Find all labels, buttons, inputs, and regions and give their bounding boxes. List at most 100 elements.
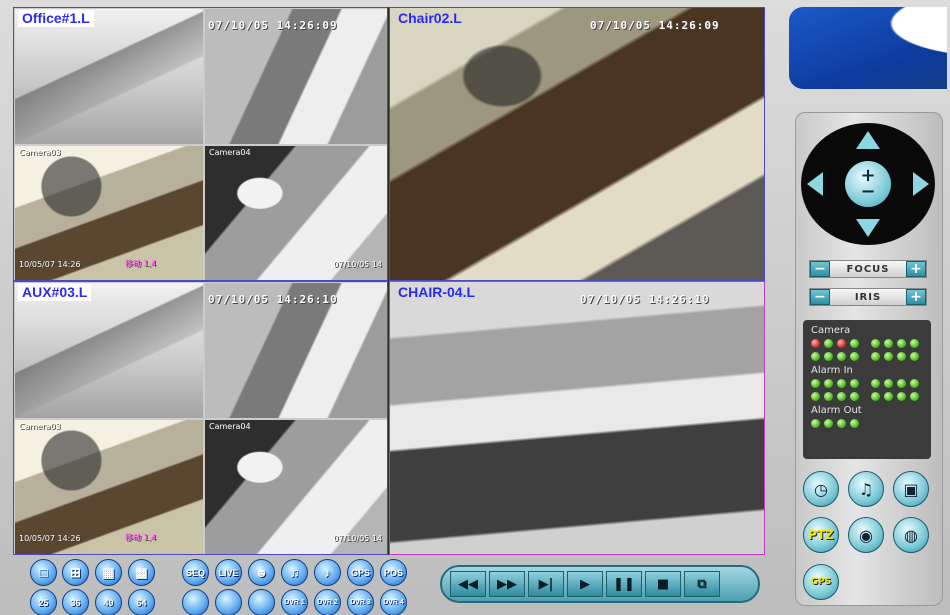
status-led [910, 352, 919, 361]
camera-title: Chair02.L [398, 10, 462, 26]
layout-16-button[interactable]: ▩ [128, 559, 155, 586]
step-forward-button[interactable]: ▶| [528, 571, 564, 597]
blank-button-1[interactable] [182, 589, 209, 615]
camera-title: CHAIR-04.L [398, 284, 476, 300]
audio-button[interactable]: ♫ [281, 559, 308, 586]
motion-label: 移动 1,4 [125, 533, 157, 542]
iris-plus-button[interactable]: + [906, 289, 926, 305]
camera-pane-4[interactable]: CHAIR-04.L 07/10/05 14:26:10 [389, 281, 765, 555]
camera-leds [811, 339, 923, 361]
iris-minus-button[interactable]: − [810, 289, 830, 305]
copy-button[interactable]: ⧉ [684, 571, 720, 597]
status-led [837, 339, 846, 348]
alarm-in-label: Alarm In [811, 365, 853, 376]
ptz-label: PTZ [808, 528, 834, 542]
layout-25-button[interactable]: 25 [30, 589, 57, 615]
status-panel: Camera Alarm In Alarm Out [803, 320, 931, 459]
sub-view-1[interactable] [14, 282, 204, 419]
iris-label: IRIS [854, 291, 882, 303]
layout-64-button[interactable]: 64 [128, 589, 155, 615]
blank-button-3[interactable] [248, 589, 275, 615]
camera-pane-3[interactable]: Camera03 10/05/07 14:26 移动 1,4 Camera04 … [13, 281, 388, 555]
gps-label: GPS [810, 577, 832, 587]
user-button[interactable]: ☻ [248, 559, 275, 586]
dvr-1-button[interactable]: DVR 1 [281, 589, 308, 615]
rewind-button[interactable]: ◀◀ [450, 571, 486, 597]
sub-view-4[interactable]: Camera04 07/10/05 14 [204, 419, 387, 554]
alarm-out-leds [811, 419, 923, 428]
computer-icon: ▣ [903, 479, 919, 499]
status-led [837, 419, 846, 428]
playback-controls: ◀◀ ▶▶ ▶| ▶ ❚❚ ■ ⧉ [440, 565, 760, 603]
microphone-button[interactable]: ♪ [314, 559, 341, 586]
status-led [811, 392, 820, 401]
status-led [824, 352, 833, 361]
ptz-up-button[interactable] [856, 131, 880, 149]
ptz-button[interactable]: PTZ [803, 517, 839, 553]
sub-view-4[interactable]: Camera04 07/10/05 14 [204, 145, 387, 280]
focus-plus-button[interactable]: + [906, 261, 926, 277]
status-led [884, 339, 893, 348]
play-button[interactable]: ▶ [567, 571, 603, 597]
ptz-down-button[interactable] [856, 219, 880, 237]
dvr-3-button[interactable]: DVR 3 [347, 589, 374, 615]
status-led [884, 379, 893, 388]
status-led [897, 339, 906, 348]
dvr-2-button[interactable]: DVR 2 [314, 589, 341, 615]
status-led [850, 352, 859, 361]
layout-49-button[interactable]: 49 [95, 589, 122, 615]
focus-control: − FOCUS + [809, 260, 927, 278]
status-led [897, 352, 906, 361]
status-led [897, 392, 906, 401]
fast-forward-button[interactable]: ▶▶ [489, 571, 525, 597]
user-icon: ☻ [254, 565, 269, 580]
status-led [871, 392, 880, 401]
sixteen-view-icon: ▩ [135, 564, 148, 580]
gps-view-button[interactable]: GPS [347, 559, 374, 586]
brand-logo [789, 7, 947, 89]
ptz-direction-pad: + − [801, 123, 935, 245]
layout-1-button[interactable]: □ [30, 559, 57, 586]
focus-minus-button[interactable]: − [810, 261, 830, 277]
status-led [850, 419, 859, 428]
sub-camera-label: Camera04 [209, 148, 251, 157]
record-button[interactable]: ◉ [848, 517, 884, 553]
layout-4-button[interactable]: ⊞ [62, 559, 89, 586]
dvr-4-button[interactable]: DVR 4 [380, 589, 407, 615]
status-led [910, 339, 919, 348]
zoom-out-icon[interactable]: − [860, 183, 875, 201]
ptz-right-button[interactable] [913, 172, 929, 196]
camera-pane-1[interactable]: Camera03 10/05/07 14:26 移动 1,4 Camera04 … [13, 7, 388, 281]
ptz-left-button[interactable] [807, 172, 823, 196]
status-led [811, 352, 820, 361]
network-button[interactable]: ▣ [893, 471, 929, 507]
status-led [871, 352, 880, 361]
blank-button-2[interactable] [215, 589, 242, 615]
sub-timestamp: 10/05/07 14:26 [19, 260, 81, 269]
pause-button[interactable]: ❚❚ [606, 571, 642, 597]
clock-icon: ◷ [814, 479, 828, 499]
ptz-zoom-button[interactable]: + − [845, 161, 891, 207]
camera-timestamp: 07/10/05 14:26:10 [208, 293, 338, 306]
sub-camera-label: Camera03 [19, 148, 61, 157]
status-led [811, 339, 820, 348]
globe-icon: ◍ [904, 525, 918, 545]
pos-button[interactable]: POS [380, 559, 407, 586]
status-led [824, 419, 833, 428]
camera-pane-2[interactable]: Chair02.L 07/10/05 14:26:09 [389, 7, 765, 281]
layout-9-button[interactable]: ▦ [95, 559, 122, 586]
stop-button[interactable]: ■ [645, 571, 681, 597]
internet-button[interactable]: ◍ [893, 517, 929, 553]
schedule-button[interactable]: ◷ [803, 471, 839, 507]
status-led [837, 392, 846, 401]
alarm-button[interactable]: ♫ [848, 471, 884, 507]
sequence-button[interactable]: SEQ [182, 559, 209, 586]
sub-view-3[interactable]: Camera03 10/05/07 14:26 移动 1,4 [14, 145, 204, 280]
status-led [824, 392, 833, 401]
gps-button[interactable]: GPS [803, 564, 839, 600]
sub-view-3[interactable]: Camera03 10/05/07 14:26 移动 1,4 [14, 419, 204, 554]
status-led [910, 379, 919, 388]
live-button[interactable]: LIVE [215, 559, 242, 586]
layout-36-button[interactable]: 36 [62, 589, 89, 615]
sub-view-1[interactable] [14, 8, 204, 145]
